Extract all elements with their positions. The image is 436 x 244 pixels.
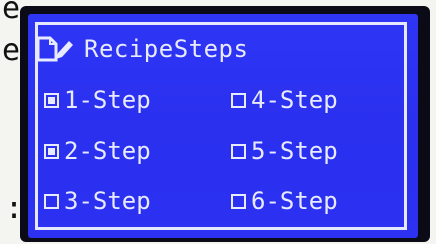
step-3-label: 3-Step [64,187,151,215]
title-row: RecipeSteps [36,32,248,66]
step-item-1[interactable]: 1-Step [44,84,151,116]
step-item-4[interactable]: 4-Step [231,84,338,116]
step-5-label: 5-Step [251,137,338,165]
step-item-3[interactable]: 3-Step [44,185,151,217]
lcd-screen: RecipeSteps 1-Step 2-Step 3-Step 4-Step … [28,14,418,238]
step-4-checkbox[interactable] [231,92,246,108]
step-2-checkbox[interactable] [44,143,59,159]
step-item-6[interactable]: 6-Step [231,185,338,217]
screen-title: RecipeSteps [84,35,249,63]
step-item-2[interactable]: 2-Step [44,135,151,167]
step-5-checkbox[interactable] [231,143,246,159]
step-1-label: 1-Step [64,86,151,114]
step-item-5[interactable]: 5-Step [231,135,338,167]
edge-mark-top: e [2,0,21,26]
edge-mark-middle: e [2,33,21,68]
step-4-label: 4-Step [251,86,338,114]
step-3-checkbox[interactable] [44,193,59,209]
step-2-label: 2-Step [64,137,151,165]
step-6-checkbox[interactable] [231,193,246,209]
step-6-label: 6-Step [251,187,338,215]
step-1-checkbox[interactable] [44,92,59,108]
document-edit-icon [36,36,73,62]
